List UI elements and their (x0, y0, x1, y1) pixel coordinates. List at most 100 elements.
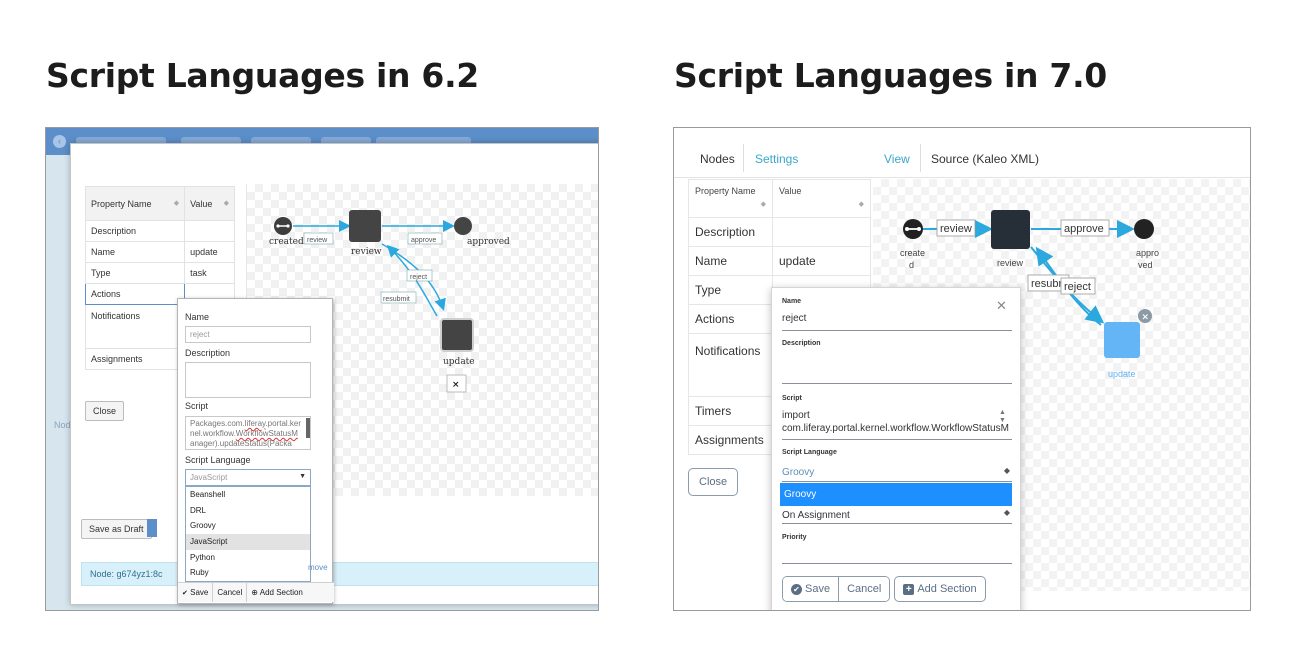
transition-resubmit-line (386, 244, 438, 317)
delete-icon: × (452, 380, 460, 390)
script-language-options: Beanshell DRL Groovy JavaScript Python R… (185, 486, 311, 583)
transition-label-review: review (307, 237, 328, 244)
save-as-draft-button[interactable]: Save as Draft (81, 519, 152, 539)
popup-footer: ✔ Save Cancel + Add Section (782, 576, 986, 602)
add-section-button[interactable]: ⊕ Add Section (247, 583, 307, 602)
row-name: Actions (688, 304, 773, 334)
node-label-approved: appro (1136, 248, 1159, 258)
transition-label-approve: approve (1064, 223, 1104, 235)
close-icon: × (1142, 313, 1150, 323)
task-node-review (349, 210, 381, 242)
cancel-button[interactable]: Cancel (838, 577, 890, 601)
name-label: Name (185, 312, 210, 322)
transition-label-resubmit: resubmit (383, 296, 410, 303)
status-bar: Node: g674yz1:8c (81, 562, 598, 586)
row-value[interactable]: update (184, 241, 235, 263)
priority-input[interactable] (782, 548, 1012, 564)
task-node-review (991, 210, 1030, 249)
close-button[interactable]: Close (85, 401, 125, 421)
row-name[interactable]: Actions (84, 283, 186, 305)
select-arrows-icon: ◆ (1003, 508, 1010, 517)
svg-text:ved: ved (1138, 260, 1153, 270)
end-node-approved (454, 217, 472, 235)
add-section-button[interactable]: + Add Section (894, 576, 986, 602)
row-value[interactable]: update (772, 246, 871, 276)
sort-icon: ◆ (760, 201, 766, 208)
scroll-arrows-icon[interactable]: ▲ ▼ (999, 409, 1006, 425)
save-button[interactable]: ✔ Save (783, 577, 839, 601)
option-groovy[interactable]: Groovy (186, 518, 310, 534)
node-label-update: update (1108, 369, 1136, 379)
transition-editor-popup: Name reject Description Script Packages.… (177, 298, 334, 604)
row-value[interactable] (184, 220, 235, 242)
priority-label: Priority (782, 534, 807, 541)
row-name: Description (688, 217, 773, 247)
check-icon: ✔ (791, 583, 802, 595)
option-drl[interactable]: DRL (186, 503, 310, 519)
description-textarea[interactable] (782, 354, 1012, 384)
col-property-name[interactable]: Property Name ◆ (688, 179, 773, 218)
node-label-created: created (269, 237, 304, 247)
scrollbar-thumb[interactable] (306, 418, 310, 438)
execution-type-select[interactable]: On Assignment ◆ (782, 506, 1012, 524)
task-node-update (440, 318, 474, 352)
node-label-review: review (351, 247, 382, 257)
script-textarea[interactable]: import com.liferay.portal.kernel.workflo… (782, 407, 1012, 440)
option-groovy[interactable]: Groovy (780, 483, 1012, 506)
description-label: Description (782, 340, 821, 347)
transition-label-resubmit: resubr (1031, 278, 1063, 290)
node-label-created: create (900, 248, 925, 258)
select-arrows-icon: ◆ (1003, 466, 1010, 475)
script-language-select[interactable]: JavaScript ▼ (185, 469, 311, 486)
transition-label-approve: approve (411, 237, 436, 244)
col-value[interactable]: Value ◆ (772, 179, 871, 218)
dropdown-arrow-icon: ▼ (299, 473, 306, 480)
row-name: Timers (688, 396, 773, 426)
tab-nodes[interactable]: Nodes (700, 152, 735, 166)
save-button[interactable]: ✔ Save (178, 583, 214, 602)
option-beanshell[interactable]: Beanshell (186, 487, 310, 503)
remove-link[interactable]: move (308, 563, 328, 572)
publish-button[interactable] (147, 519, 157, 537)
transition-label-reject: reject (410, 274, 427, 281)
script-label: Script (185, 401, 209, 411)
title-7-0: Script Languages in 7.0 (674, 56, 1107, 95)
tab-settings[interactable]: Settings (755, 152, 798, 166)
name-input[interactable]: reject (782, 313, 1012, 331)
designer-tabs: Nodes Settings View Source (Kaleo XML) (674, 128, 1250, 178)
script-textarea[interactable]: Packages.com.liferay.portal.ker nel.work… (185, 416, 311, 450)
close-icon[interactable]: ✕ (996, 298, 1007, 314)
description-textarea[interactable] (185, 362, 311, 398)
script-label: Script (782, 395, 802, 402)
row-name: Assignments (84, 348, 186, 370)
option-python[interactable]: Python (186, 550, 310, 566)
col-value[interactable]: Value ◆ (184, 186, 235, 221)
cancel-button[interactable]: Cancel (213, 583, 248, 602)
plus-circle-icon: ⊕ (251, 588, 258, 597)
description-label: Description (185, 348, 231, 358)
row-value[interactable] (772, 217, 871, 247)
name-input[interactable]: reject (185, 326, 311, 343)
back-icon[interactable]: ‹ (53, 135, 66, 148)
tab-view[interactable]: View (884, 152, 910, 166)
col-property-name[interactable]: Property Name ◆ (84, 186, 186, 221)
script-language-label: Script Language (185, 455, 251, 465)
workflow-designer-dialog: Property Name ◆ Value ◆ Description Name up… (70, 143, 598, 605)
close-button[interactable]: Close (688, 468, 739, 496)
script-language-select[interactable]: Groovy ◆ (782, 464, 1012, 482)
option-ruby[interactable]: Ruby (186, 565, 310, 581)
node-label-approved: approved (467, 237, 510, 247)
row-name: Name (688, 246, 773, 276)
row-name: Name (84, 241, 186, 263)
row-name: Description (84, 220, 186, 242)
transition-label-reject: reject (1064, 281, 1091, 293)
popup-footer: ✔ Save Cancel ⊕ Add Section (178, 582, 334, 602)
name-label: Name (782, 298, 802, 305)
tab-source[interactable]: Source (Kaleo XML) (931, 152, 1039, 166)
option-javascript[interactable]: JavaScript (186, 534, 310, 550)
end-node-approved (1134, 219, 1154, 239)
title-6-2: Script Languages in 6.2 (46, 56, 479, 95)
row-value[interactable]: task (184, 262, 235, 284)
svg-text:d: d (909, 260, 914, 270)
script-language-label: Script Language (782, 449, 837, 456)
